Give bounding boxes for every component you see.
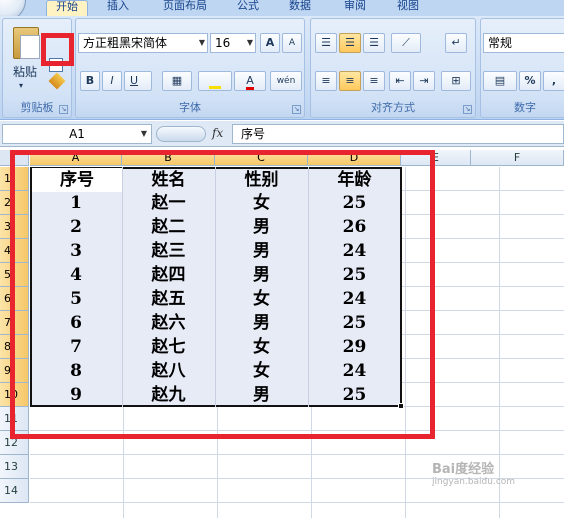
borders-icon: ▦ <box>171 74 183 87</box>
font-color-button[interactable]: A <box>234 71 266 91</box>
increase-indent-button[interactable]: ⇥ <box>413 71 435 91</box>
increase-indent-icon: ⇥ <box>419 74 429 87</box>
insert-function-button[interactable]: fx <box>212 124 230 144</box>
align-top-button[interactable]: ☰ <box>315 33 337 53</box>
align-bottom-button[interactable]: ☰ <box>363 33 385 53</box>
tab-insert[interactable]: 插入 <box>100 0 136 16</box>
watermark-sub: jingyan.baidu.com <box>432 477 516 487</box>
percent-button[interactable]: % <box>519 71 541 91</box>
orientation-button[interactable]: ⟋ <box>391 33 421 53</box>
watermark: Bai度经验 jingyan.baidu.com <box>432 458 515 487</box>
shrink-font-button[interactable]: A <box>282 33 302 53</box>
underline-button[interactable]: U <box>124 71 152 91</box>
grow-font-button[interactable]: A <box>260 33 280 53</box>
name-box[interactable]: A1 ▼ <box>2 124 152 144</box>
font-name-field[interactable]: 方正粗黑宋简体 ▼ <box>78 33 208 53</box>
currency-button[interactable]: ▤ <box>483 71 517 91</box>
bold-button[interactable]: B <box>80 71 100 91</box>
table-highlight-frame <box>10 150 435 439</box>
number-group-label: 数字 <box>514 101 536 114</box>
chevron-down-icon[interactable]: ▼ <box>247 34 253 52</box>
align-right-button[interactable]: ≡ <box>363 71 385 91</box>
tab-home[interactable]: 开始 <box>46 0 88 16</box>
number-format-value: 常规 <box>488 36 513 50</box>
align-top-icon: ☰ <box>321 36 331 49</box>
tab-view[interactable]: 视图 <box>388 0 428 16</box>
borders-button[interactable]: ▦ <box>162 71 192 91</box>
merge-center-button[interactable]: ⊞ <box>441 71 471 91</box>
ribbon-tab-bar: 开始 插入 页面布局 公式 数据 审阅 视图 <box>0 0 564 22</box>
chevron-down-icon[interactable]: ▼ <box>199 34 205 52</box>
font-group-label: 字体 <box>179 101 201 114</box>
alignment-group: ☰ ☰ ☰ ⟋ ↵ ≡ ≡ ≡ ⇤ ⇥ ⊞ 对齐方式 ↘ <box>310 18 476 118</box>
align-bottom-icon: ☰ <box>369 36 379 49</box>
format-painter-icon[interactable] <box>48 72 66 90</box>
paste-icon[interactable] <box>13 27 40 59</box>
currency-icon: ▤ <box>494 74 506 87</box>
tab-formulas[interactable]: 公式 <box>228 0 268 16</box>
formula-bar-splitter[interactable] <box>156 126 206 142</box>
orientation-icon: ⟋ <box>402 36 410 49</box>
font-name-value: 方正粗黑宋简体 <box>83 36 168 50</box>
formula-input[interactable]: 序号 <box>232 124 564 144</box>
comma-button[interactable]: , <box>543 71 564 91</box>
font-group: 方正粗黑宋简体 ▼ 16 ▼ A A B I U ▦ A wén 字体 ↘ <box>75 18 305 118</box>
font-size-value: 16 <box>215 36 231 50</box>
paste-dropdown-icon[interactable]: ▾ <box>19 81 23 90</box>
align-right-icon: ≡ <box>369 74 379 87</box>
watermark-text: Bai度经验 <box>432 462 495 477</box>
fill-color-button[interactable] <box>198 71 232 91</box>
decrease-indent-icon: ⇤ <box>395 74 405 87</box>
row-header-13[interactable]: 13 <box>0 455 29 479</box>
font-size-field[interactable]: 16 ▼ <box>210 33 256 53</box>
row-header-14[interactable]: 14 <box>0 479 29 503</box>
tab-data[interactable]: 数据 <box>280 0 320 16</box>
clipboard-launcher-icon[interactable]: ↘ <box>59 105 68 114</box>
align-left-icon: ≡ <box>321 74 331 87</box>
align-center-button[interactable]: ≡ <box>339 71 361 91</box>
font-launcher-icon[interactable]: ↘ <box>292 105 301 114</box>
column-header-f[interactable]: F <box>471 150 564 166</box>
align-left-button[interactable]: ≡ <box>315 71 337 91</box>
chevron-down-icon[interactable]: ▼ <box>141 125 147 143</box>
paste-button-label[interactable]: 粘贴 <box>9 63 41 80</box>
paint-bucket-icon <box>209 86 221 89</box>
name-box-value: A1 <box>69 127 85 141</box>
copy-button-highlight <box>41 33 74 66</box>
merge-cells-icon: ⊞ <box>451 74 461 87</box>
wrap-text-button[interactable]: ↵ <box>445 33 467 53</box>
number-format-field[interactable]: 常规 <box>483 33 564 53</box>
align-middle-icon: ☰ <box>345 36 355 49</box>
decrease-indent-button[interactable]: ⇤ <box>389 71 411 91</box>
font-color-label: A <box>246 74 254 90</box>
wrap-text-icon: ↵ <box>451 36 461 49</box>
number-group: 常规 ▤ % , 数字 <box>480 18 564 118</box>
alignment-group-label: 对齐方式 <box>371 101 415 114</box>
alignment-launcher-icon[interactable]: ↘ <box>463 105 472 114</box>
ribbon: 粘贴 ▾ 剪贴板 ↘ 方正粗黑宋简体 ▼ 16 ▼ A A B I U ▦ A … <box>0 16 564 120</box>
align-middle-button[interactable]: ☰ <box>339 33 361 53</box>
tab-review[interactable]: 审阅 <box>335 0 375 16</box>
align-center-icon: ≡ <box>345 74 355 87</box>
tab-page-layout[interactable]: 页面布局 <box>150 0 220 16</box>
phonetic-button[interactable]: wén <box>270 71 302 91</box>
italic-button[interactable]: I <box>102 71 122 91</box>
formula-bar: A1 ▼ fx 序号 <box>0 121 564 147</box>
